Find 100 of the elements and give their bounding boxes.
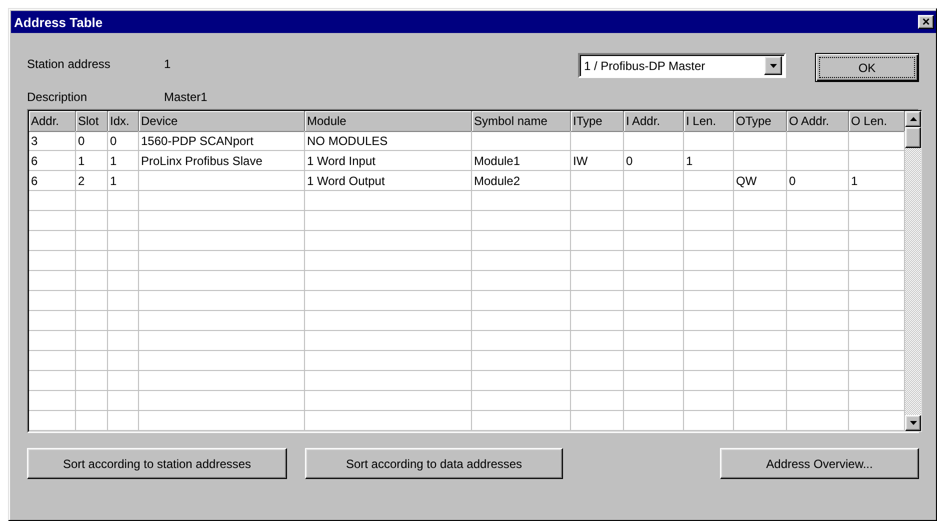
table-cell: 0 xyxy=(624,151,684,171)
table-cell xyxy=(108,271,139,291)
table-cell xyxy=(76,411,108,431)
table-cell xyxy=(571,311,624,331)
table-cell xyxy=(29,251,76,271)
table-cell xyxy=(29,291,76,311)
column-header[interactable]: Module xyxy=(305,111,472,132)
sort-button[interactable]: Sort according to station addresses xyxy=(27,448,287,479)
ok-button[interactable]: OK xyxy=(815,53,919,82)
table-cell xyxy=(684,131,734,151)
table-cell xyxy=(734,411,787,431)
table-cell xyxy=(571,211,624,231)
table-cell xyxy=(624,131,684,151)
table-cell xyxy=(787,351,849,371)
column-header[interactable]: I Addr. xyxy=(624,111,684,132)
table-cell xyxy=(108,351,139,371)
table-cell xyxy=(787,151,849,171)
table-cell: ProLinx Profibus Slave xyxy=(139,151,305,171)
table-cell xyxy=(571,331,624,351)
table-cell xyxy=(684,211,734,231)
table-cell xyxy=(29,231,76,251)
table-cell xyxy=(76,311,108,331)
column-header[interactable]: O Addr. xyxy=(787,111,849,132)
table-cell xyxy=(108,291,139,311)
address-overview-button[interactable]: Address Overview... xyxy=(720,448,919,479)
table-cell xyxy=(684,371,734,391)
column-header[interactable]: Symbol name xyxy=(472,111,571,132)
table-cell xyxy=(29,211,76,231)
window-title: Address Table xyxy=(14,14,104,30)
table-cell xyxy=(571,351,624,371)
table-cell xyxy=(571,131,624,151)
table-cell xyxy=(787,251,849,271)
scroll-down-button[interactable] xyxy=(905,415,921,431)
table-cell: 6 xyxy=(29,151,76,171)
table-cell xyxy=(29,271,76,291)
table-cell: 1 xyxy=(108,171,139,191)
table-cell xyxy=(787,331,849,351)
table-cell: IW xyxy=(571,151,624,171)
table-cell xyxy=(624,411,684,431)
table-cell xyxy=(734,151,787,171)
table-cell: 6 xyxy=(29,171,76,191)
column-header[interactable]: IType xyxy=(571,111,624,132)
table-cell xyxy=(734,271,787,291)
table-cell xyxy=(624,171,684,191)
dropdown-arrow-icon xyxy=(770,64,776,68)
table-cell xyxy=(624,351,684,371)
station-address-label: Station address xyxy=(27,57,112,71)
table-cell: 1560-PDP SCANport xyxy=(139,131,305,151)
table-cell xyxy=(571,371,624,391)
column-header[interactable]: OType xyxy=(734,111,787,132)
table-cell xyxy=(624,211,684,231)
table-cell xyxy=(29,331,76,351)
table-cell xyxy=(108,251,139,271)
master-dropdown[interactable]: 1 / Profibus-DP Master xyxy=(578,53,786,78)
down-arrow-icon xyxy=(910,421,916,425)
scroll-up-button[interactable] xyxy=(905,111,921,127)
table-cell xyxy=(734,291,787,311)
table-cell xyxy=(571,391,624,411)
table-cell xyxy=(684,311,734,331)
table-cell: Module1 xyxy=(472,151,571,171)
table-cell xyxy=(571,171,624,191)
column-header[interactable]: Slot xyxy=(76,111,108,132)
table-cell xyxy=(76,231,108,251)
station-address-value: 1 xyxy=(164,57,172,71)
table-cell xyxy=(76,331,108,351)
table-cell xyxy=(76,371,108,391)
table-cell xyxy=(624,191,684,211)
table-cell xyxy=(734,211,787,231)
table-cell xyxy=(108,411,139,431)
table-cell xyxy=(684,271,734,291)
table-cell xyxy=(76,271,108,291)
scrollbar[interactable] xyxy=(905,111,921,431)
table-cell xyxy=(76,251,108,271)
table-cell xyxy=(108,231,139,251)
column-header[interactable]: Device xyxy=(139,111,305,132)
table-cell xyxy=(734,391,787,411)
table-cell xyxy=(624,331,684,351)
table-cell xyxy=(787,131,849,151)
table-cell xyxy=(571,191,624,211)
close-button[interactable]: × xyxy=(918,15,934,29)
table-cell: 1 xyxy=(108,151,139,171)
column-header[interactable]: Addr. xyxy=(29,111,76,132)
column-header[interactable]: I Len. xyxy=(684,111,734,132)
table-cell xyxy=(684,251,734,271)
table-cell xyxy=(624,231,684,251)
table-cell xyxy=(624,251,684,271)
table-cell xyxy=(76,391,108,411)
table-cell xyxy=(108,191,139,211)
table-cell: Module2 xyxy=(472,171,571,191)
sort-button[interactable]: Sort according to data addresses xyxy=(305,448,563,479)
column-header[interactable]: Idx. xyxy=(108,111,139,132)
table-cell xyxy=(734,331,787,351)
table-cell xyxy=(571,231,624,251)
table-cell xyxy=(76,291,108,311)
table-cell xyxy=(29,351,76,371)
table-cell xyxy=(787,271,849,291)
column-header[interactable]: O Len. xyxy=(849,111,905,132)
table-cell xyxy=(108,211,139,231)
scroll-thumb[interactable] xyxy=(905,127,921,148)
table-cell xyxy=(787,411,849,431)
